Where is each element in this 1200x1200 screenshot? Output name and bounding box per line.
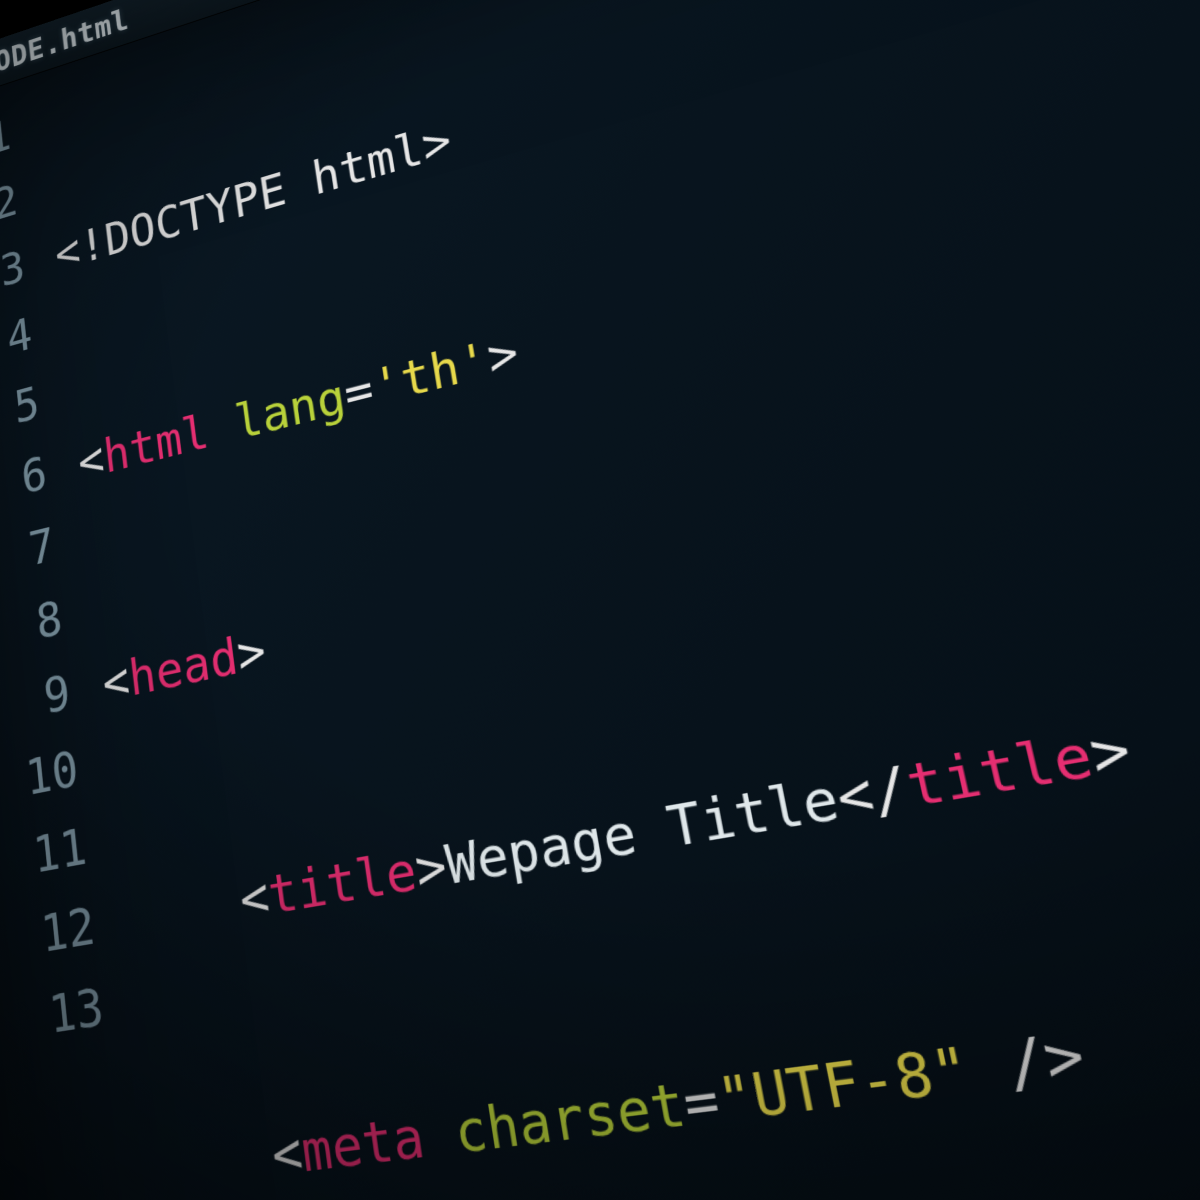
editor-area[interactable]: 1 2 3 4 5 6 7 8 9 10 11 12 13 <!DOCTYPE … xyxy=(0,0,1200,1200)
code-content[interactable]: <!DOCTYPE html> <html lang='th'> <head> … xyxy=(37,0,1200,1200)
line-number: 13 xyxy=(0,966,108,1068)
editor-window: HTML CODE.html 1 2 3 4 5 6 7 8 9 10 11 1… xyxy=(0,0,1200,1200)
